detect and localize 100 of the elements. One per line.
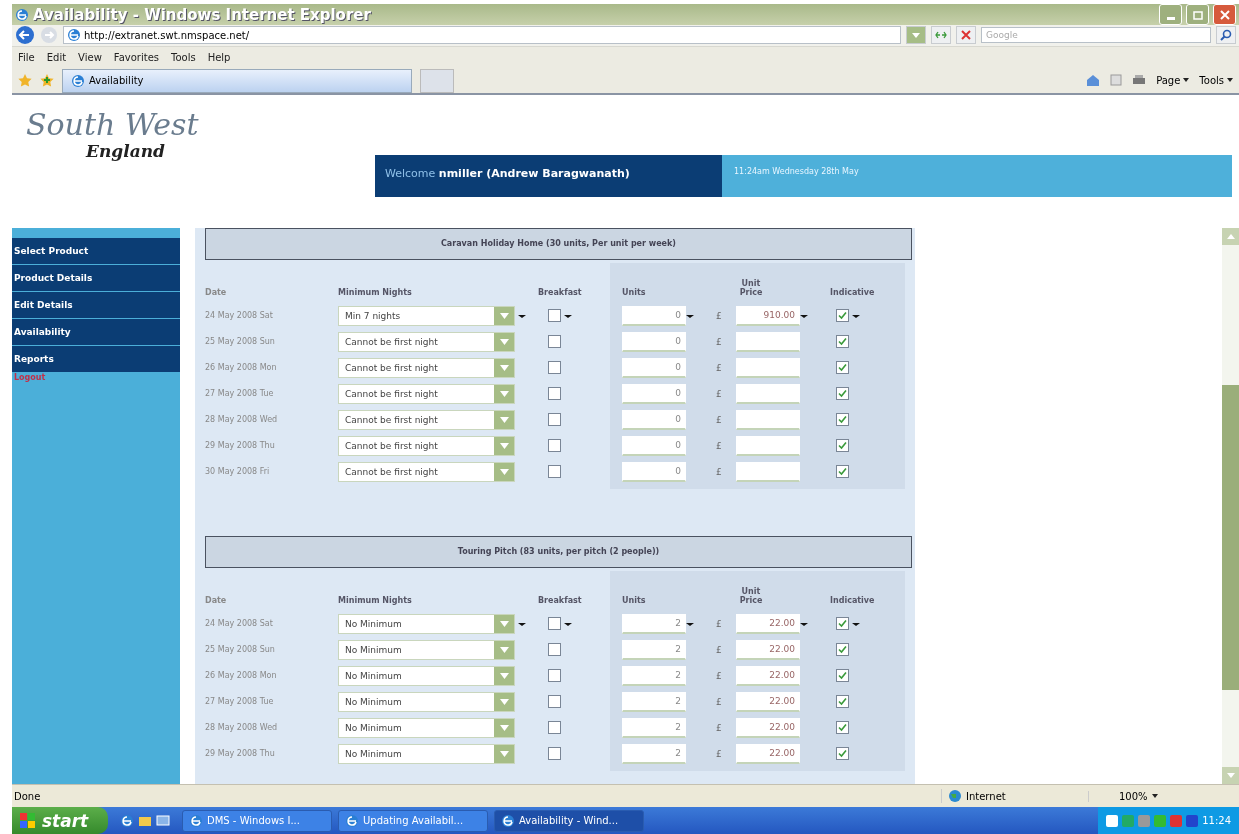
dropdown-button[interactable] <box>494 744 514 763</box>
unit-price-field[interactable]: 22.00 <box>736 717 800 738</box>
unit-price-field[interactable] <box>736 435 800 456</box>
units-field[interactable]: 0 <box>622 357 686 378</box>
breakfast-checkbox[interactable] <box>548 617 561 631</box>
minimum-nights-dropdown[interactable]: No Minimum <box>338 639 515 660</box>
tray-icon[interactable] <box>1186 814 1199 827</box>
units-field[interactable]: 0 <box>622 435 686 456</box>
indicative-checkbox[interactable] <box>836 309 849 323</box>
dropdown-button[interactable] <box>494 462 514 481</box>
breakfast-checkbox[interactable] <box>548 695 561 709</box>
stop-button[interactable] <box>956 26 976 45</box>
copy-down-icon[interactable] <box>686 313 694 318</box>
breakfast-checkbox[interactable] <box>548 465 561 479</box>
indicative-checkbox[interactable] <box>836 413 849 427</box>
units-field[interactable]: 0 <box>622 383 686 404</box>
unit-price-field[interactable] <box>736 383 800 404</box>
taskbar-button[interactable]: DMS - Windows I... <box>182 809 332 832</box>
units-field[interactable]: 2 <box>622 665 686 686</box>
copy-down-icon[interactable] <box>518 621 526 626</box>
minimum-nights-dropdown[interactable]: No Minimum <box>338 691 515 712</box>
dropdown-button[interactable] <box>494 692 514 711</box>
minimum-nights-dropdown[interactable]: Cannot be first night <box>338 357 515 378</box>
indicative-checkbox[interactable] <box>836 387 849 401</box>
indicative-checkbox[interactable] <box>836 669 849 683</box>
menu-item[interactable]: Tools <box>171 51 196 63</box>
indicative-checkbox[interactable] <box>836 617 849 631</box>
units-field[interactable]: 2 <box>622 639 686 660</box>
menu-item[interactable]: Edit <box>46 51 67 63</box>
copy-down-icon[interactable] <box>852 621 860 626</box>
units-field[interactable]: 0 <box>622 461 686 482</box>
dropdown-button[interactable] <box>494 640 514 659</box>
breakfast-checkbox[interactable] <box>548 747 561 761</box>
units-field[interactable]: 2 <box>622 613 686 634</box>
minimum-nights-dropdown[interactable]: No Minimum <box>338 613 515 634</box>
dropdown-button[interactable] <box>494 666 514 685</box>
zoom-control[interactable]: 100% <box>1088 790 1239 802</box>
back-button[interactable] <box>15 25 35 46</box>
maximize-button[interactable] <box>1186 4 1209 25</box>
unit-price-field[interactable]: 22.00 <box>736 639 800 660</box>
menu-item[interactable]: Help <box>207 51 231 63</box>
home-icon[interactable] <box>1086 73 1101 88</box>
unit-price-field[interactable]: 22.00 <box>736 691 800 712</box>
breakfast-checkbox[interactable] <box>548 721 561 735</box>
breakfast-checkbox[interactable] <box>548 335 561 349</box>
close-button[interactable] <box>1213 4 1236 25</box>
sidebar-item[interactable]: Reports <box>12 345 180 373</box>
units-field[interactable]: 2 <box>622 717 686 738</box>
unit-price-field[interactable] <box>736 331 800 352</box>
breakfast-checkbox[interactable] <box>548 387 561 401</box>
units-field[interactable]: 0 <box>622 409 686 430</box>
unit-price-field[interactable]: 22.00 <box>736 613 800 634</box>
menu-item[interactable]: View <box>78 51 102 63</box>
sidebar-item[interactable]: Availability <box>12 318 180 346</box>
unit-price-field[interactable] <box>736 409 800 430</box>
minimum-nights-dropdown[interactable]: No Minimum <box>338 665 515 686</box>
minimum-nights-dropdown[interactable]: Cannot be first night <box>338 383 515 404</box>
dropdown-button[interactable] <box>494 410 514 429</box>
indicative-checkbox[interactable] <box>836 439 849 453</box>
unit-price-field[interactable] <box>736 357 800 378</box>
breakfast-checkbox[interactable] <box>548 413 561 427</box>
taskbar-button[interactable]: Availability - Wind... <box>494 809 644 832</box>
search-button[interactable] <box>1216 26 1236 45</box>
minimum-nights-dropdown[interactable]: Min 7 nights <box>338 305 515 326</box>
minimum-nights-dropdown[interactable]: Cannot be first night <box>338 409 515 430</box>
add-favorite-icon[interactable] <box>40 73 54 88</box>
sidebar-item[interactable]: Edit Details <box>12 291 180 319</box>
units-field[interactable]: 0 <box>622 331 686 352</box>
copy-down-icon[interactable] <box>686 621 694 626</box>
command-button[interactable]: Page <box>1156 74 1190 86</box>
breakfast-checkbox[interactable] <box>548 361 561 375</box>
units-field[interactable]: 2 <box>622 743 686 764</box>
indicative-checkbox[interactable] <box>836 335 849 349</box>
indicative-checkbox[interactable] <box>836 747 849 761</box>
unit-price-field[interactable]: 910.00 <box>736 305 800 326</box>
dropdown-button[interactable] <box>494 718 514 737</box>
address-field[interactable]: http://extranet.swt.nmspace.net/ <box>63 26 901 45</box>
minimize-button[interactable] <box>1159 4 1182 25</box>
breakfast-checkbox[interactable] <box>548 439 561 453</box>
indicative-checkbox[interactable] <box>836 643 849 657</box>
minimum-nights-dropdown[interactable]: Cannot be first night <box>338 461 515 482</box>
indicative-checkbox[interactable] <box>836 721 849 735</box>
units-field[interactable]: 0 <box>622 305 686 326</box>
address-dropdown-button[interactable] <box>906 26 926 45</box>
sidebar-item[interactable]: Product Details <box>12 264 180 292</box>
tray-icon[interactable] <box>1106 814 1119 827</box>
minimum-nights-dropdown[interactable]: No Minimum <box>338 743 515 764</box>
dropdown-button[interactable] <box>494 436 514 455</box>
minimum-nights-dropdown[interactable]: Cannot be first night <box>338 331 515 352</box>
copy-down-icon[interactable] <box>800 313 808 318</box>
units-field[interactable]: 2 <box>622 691 686 712</box>
menu-item[interactable]: File <box>18 51 35 63</box>
browser-tab[interactable]: Availability <box>62 68 412 93</box>
taskbar-button[interactable]: Updating Availabil... <box>338 809 488 832</box>
copy-down-icon[interactable] <box>852 313 860 318</box>
print-icon[interactable] <box>1132 74 1147 87</box>
unit-price-field[interactable]: 22.00 <box>736 743 800 764</box>
dropdown-button[interactable] <box>494 358 514 377</box>
indicative-checkbox[interactable] <box>836 361 849 375</box>
copy-down-icon[interactable] <box>800 621 808 626</box>
